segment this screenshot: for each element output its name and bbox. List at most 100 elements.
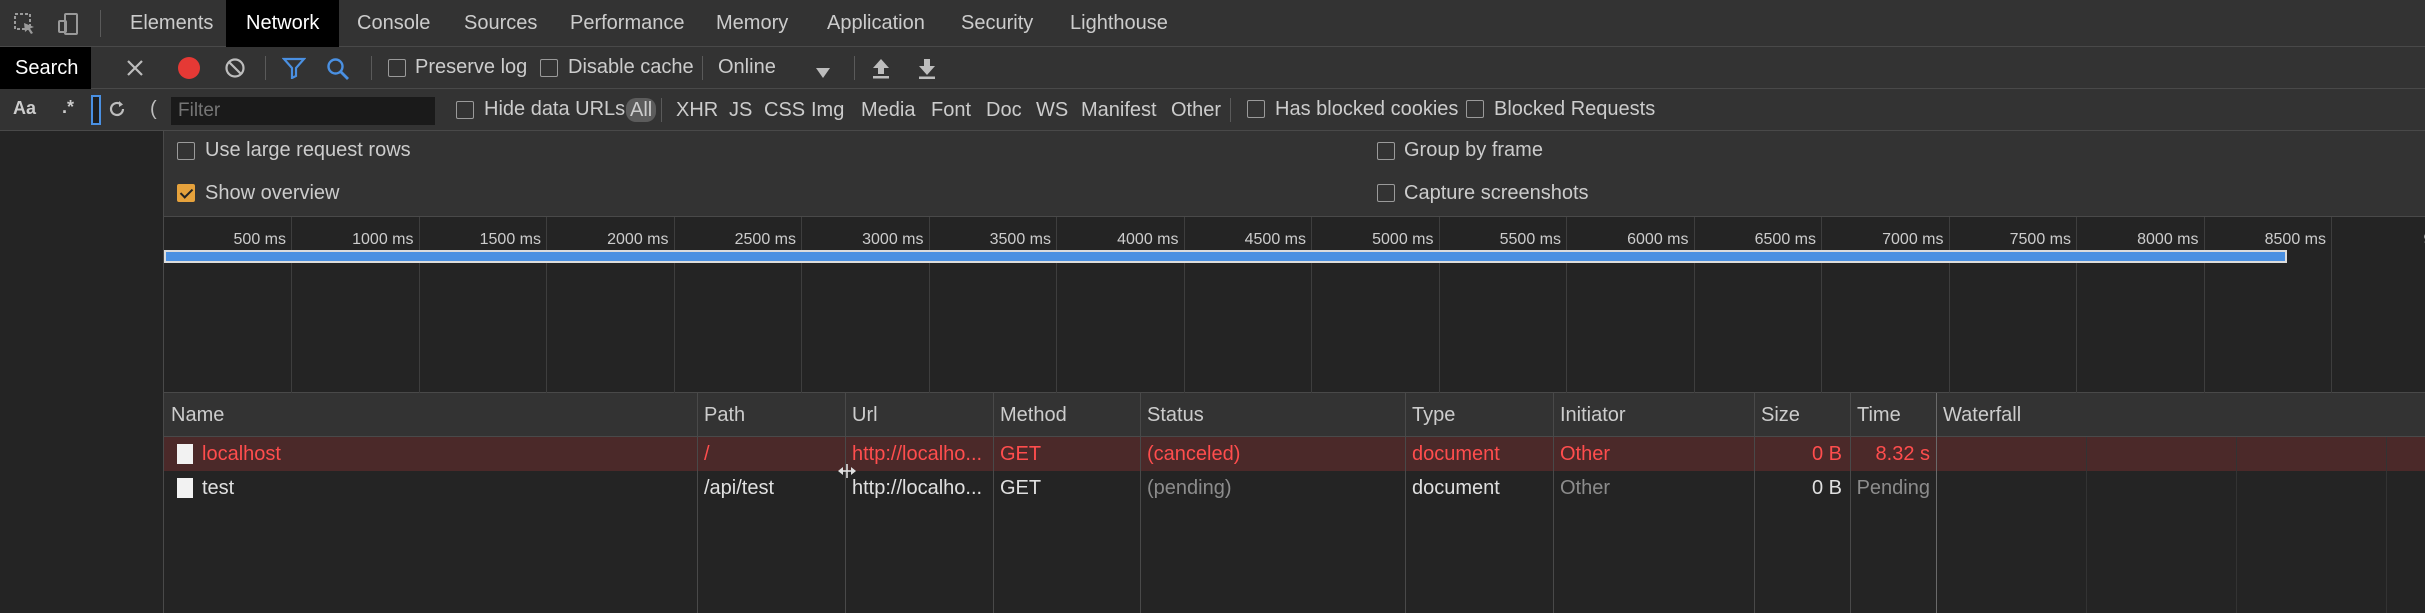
blocked-requests-checkbox[interactable] [1466,100,1484,118]
overview-grid-line [1693,217,1695,393]
overview-tick-label: 8500 ms [2264,231,2326,248]
overview-grid-line [801,217,802,393]
request-table: Name Path Url Method Status Type Initiat… [164,393,2425,613]
column-divider[interactable] [1754,393,1755,613]
search-panel: Search Aa .* ( [0,47,164,613]
filter-type-other[interactable]: Other [1171,98,1221,122]
column-header-time[interactable]: Time [1850,393,1901,437]
column-divider[interactable] [993,393,994,613]
overview-grid-line [418,217,420,393]
cell-method: GET [1000,477,1042,499]
capture-screenshots-checkbox[interactable] [1377,184,1395,202]
column-divider[interactable] [1936,393,1937,613]
export-har-icon[interactable] [916,56,938,80]
filter-type-js[interactable]: JS [729,98,752,122]
filter-bar: Hide data URLs All XHR JS CSS Img Media … [164,89,2425,131]
tab-lighthouse[interactable]: Lighthouse [1050,0,1188,47]
filter-type-font[interactable]: Font [931,98,971,122]
column-header-path[interactable]: Path [697,393,745,437]
overview-request-bar [164,250,2287,263]
tab-network[interactable]: Network [226,0,340,47]
filter-icon[interactable] [281,57,307,80]
cell-type: document [1412,477,1500,499]
column-header-waterfall[interactable]: Waterfall [1936,393,2021,437]
column-resize-cursor-icon [837,462,857,478]
tab-performance[interactable]: Performance [550,0,705,47]
divider [1230,98,1231,122]
import-har-icon[interactable] [870,56,892,80]
filter-type-media[interactable]: Media [861,98,915,122]
cell-url: http://localho... [852,443,983,465]
devtools-tab-bar: Elements Network Console Sources Perform… [0,0,2425,47]
filter-type-img[interactable]: Img [811,98,844,122]
hide-data-urls-checkbox[interactable] [456,101,474,119]
tab-memory[interactable]: Memory [696,0,808,47]
disable-cache-checkbox[interactable] [540,59,558,77]
column-header-initiator[interactable]: Initiator [1553,393,1626,437]
filter-input[interactable] [171,97,435,125]
cell-method: GET [1000,443,1042,465]
column-header-name[interactable]: Name [164,393,224,437]
overview-tick-label: 2000 ms [607,231,669,248]
overview-grid-line [928,217,930,393]
has-blocked-cookies-checkbox[interactable] [1247,100,1265,118]
filter-type-xhr[interactable]: XHR [676,98,718,122]
blocked-requests-label: Blocked Requests [1494,98,1656,120]
filter-type-all[interactable]: All [626,98,657,122]
column-divider[interactable] [1850,393,1851,613]
tab-console[interactable]: Console [337,0,450,47]
column-divider[interactable] [697,393,698,613]
column-divider[interactable] [1140,393,1141,613]
overview-grid-line [673,217,675,393]
overview-grid-line [291,217,292,393]
column-header-type[interactable]: Type [1405,393,1455,437]
document-icon [177,478,193,498]
overview-grid-line [1566,217,1567,393]
clear-search-icon[interactable]: ( [150,98,157,121]
tab-elements[interactable]: Elements [110,0,233,47]
refresh-icon[interactable] [106,98,128,120]
column-header-method[interactable]: Method [993,393,1067,437]
filter-type-ws[interactable]: WS [1036,98,1068,122]
column-divider[interactable] [1553,393,1554,613]
group-by-frame-checkbox[interactable] [1377,142,1395,160]
chevron-down-icon[interactable] [815,62,831,78]
tab-security[interactable]: Security [941,0,1053,47]
large-request-rows-checkbox[interactable] [177,142,195,160]
cell-type: document [1412,443,1500,465]
close-icon[interactable] [124,57,146,79]
search-tab[interactable]: Search [0,47,91,89]
overview-tick-label: 6000 ms [1627,231,1689,248]
filter-type-manifest[interactable]: Manifest [1081,98,1157,122]
network-overview[interactable]: 500 ms 1000 ms 1500 ms 2000 ms 2500 ms 3000 m… [164,217,2425,393]
overview-tick-label: 5500 ms [1499,231,1561,248]
preserve-log-checkbox[interactable] [388,59,406,77]
inspect-element-icon[interactable] [13,12,37,36]
column-divider[interactable] [845,393,846,613]
divider [661,98,662,122]
overview-tick-label: 6500 ms [1754,231,1816,248]
tab-application[interactable]: Application [807,0,945,47]
tab-sources[interactable]: Sources [444,0,557,47]
waterfall-grid-line [2236,437,2237,613]
search-input[interactable] [91,95,101,125]
network-settings-pane: Use large request rows Group by frame Sh… [164,131,2425,217]
column-header-status[interactable]: Status [1140,393,1204,437]
filter-type-css[interactable]: CSS [764,98,805,122]
throttling-select[interactable]: Online [718,56,776,79]
column-header-url[interactable]: Url [845,393,878,437]
regex-button[interactable]: .* [62,97,74,118]
clear-icon[interactable] [224,57,246,79]
record-icon[interactable] [177,56,201,80]
overview-tick-label: 7500 ms [2009,231,2071,248]
overview-grid-line [2203,217,2205,393]
search-icon[interactable] [326,57,350,81]
overview-tick-label: 4500 ms [1244,231,1306,248]
search-panel-header: Search [0,47,164,89]
device-toolbar-icon[interactable] [56,12,80,36]
column-header-size[interactable]: Size [1754,393,1800,437]
show-overview-checkbox[interactable] [177,184,195,202]
filter-type-doc[interactable]: Doc [986,98,1022,122]
match-case-button[interactable]: Aa [13,98,36,119]
column-divider[interactable] [1405,393,1406,613]
